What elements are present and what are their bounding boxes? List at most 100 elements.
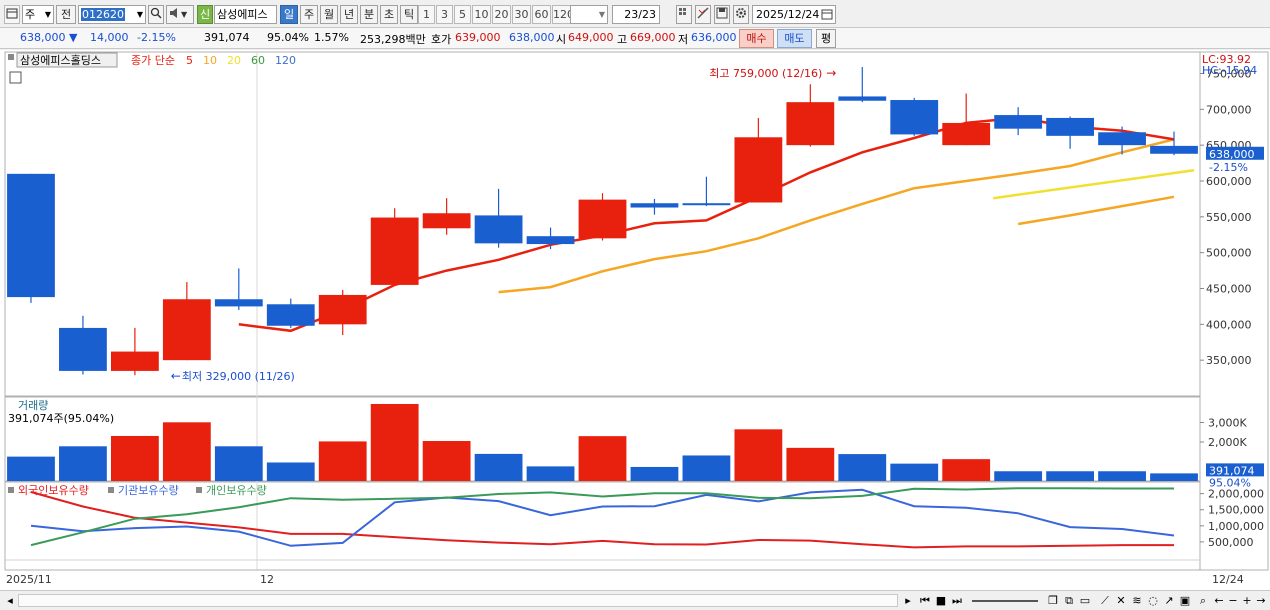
- candle-body[interactable]: [578, 199, 627, 239]
- candle-body[interactable]: [422, 213, 471, 229]
- tab-minute-3[interactable]: 10: [472, 5, 491, 24]
- candle-body[interactable]: [110, 351, 159, 371]
- zoom-in-icon[interactable]: ⌕: [1196, 593, 1210, 608]
- volume-bar[interactable]: [734, 429, 783, 481]
- zoom-slider[interactable]: [972, 600, 1038, 602]
- tab-minute-0[interactable]: 1: [418, 5, 435, 24]
- candle-body[interactable]: [682, 203, 731, 206]
- candle-body[interactable]: [734, 137, 783, 203]
- save-icon[interactable]: [714, 5, 730, 24]
- volume-bar[interactable]: [214, 446, 263, 481]
- volume-bar[interactable]: [1150, 473, 1198, 481]
- trend-line-icon[interactable]: ⟋: [1098, 593, 1112, 608]
- plus-icon[interactable]: +: [1241, 593, 1253, 608]
- search-icon[interactable]: [148, 5, 164, 24]
- ellipse-icon[interactable]: ◌: [1146, 593, 1160, 608]
- copy-icon[interactable]: ❐: [1046, 593, 1060, 608]
- prev-button[interactable]: 전: [56, 5, 76, 24]
- candle-body[interactable]: [526, 236, 575, 245]
- period-dropdown[interactable]: 주 ▼: [22, 5, 54, 24]
- chart-canvas[interactable]: 350,000 400,000 450,000 500,000 550,000 600,0…: [0, 50, 1270, 590]
- candle-body[interactable]: [838, 96, 887, 101]
- candle-body[interactable]: [994, 115, 1043, 129]
- tab-minute-5[interactable]: 30: [512, 5, 531, 24]
- arrow-left-icon[interactable]: ←: [1213, 593, 1225, 608]
- fibonacci-icon[interactable]: ≋: [1130, 593, 1144, 608]
- volume-bar[interactable]: [318, 441, 367, 481]
- evaluate-button[interactable]: 평: [816, 29, 836, 48]
- last-page-icon[interactable]: ⏭: [950, 593, 964, 608]
- volume-bar[interactable]: [370, 403, 419, 481]
- candle-body[interactable]: [1098, 132, 1146, 146]
- volume-bar[interactable]: [422, 441, 471, 481]
- stock-name-field[interactable]: 삼성에피스: [214, 5, 277, 24]
- volume-bar[interactable]: [838, 454, 887, 481]
- candle-body[interactable]: [59, 327, 107, 371]
- tab-period-1[interactable]: 주: [300, 5, 318, 24]
- candle-body[interactable]: [1046, 117, 1095, 136]
- tab-period-5[interactable]: 초: [380, 5, 398, 24]
- shape-icon[interactable]: ▣: [1178, 593, 1192, 608]
- tab-minute-4[interactable]: 20: [492, 5, 511, 24]
- volume-bar[interactable]: [1046, 471, 1095, 481]
- scroll-left-icon[interactable]: ◂: [4, 593, 16, 608]
- unit-dropdown[interactable]: ▼: [570, 5, 608, 24]
- candle-body[interactable]: [630, 203, 679, 208]
- grid-icon[interactable]: [676, 5, 692, 24]
- scrollbar-track[interactable]: [18, 594, 898, 607]
- volume-bar[interactable]: [474, 453, 523, 481]
- candle-body[interactable]: [214, 299, 263, 307]
- arrow-tool-icon[interactable]: ↗: [1162, 593, 1176, 608]
- date-input[interactable]: 2025/12/24: [752, 5, 836, 24]
- first-page-icon[interactable]: ⏮: [918, 593, 932, 608]
- calendar-icon[interactable]: [821, 8, 833, 20]
- window-icon[interactable]: ▭: [1078, 593, 1092, 608]
- sell-button[interactable]: 매도: [777, 29, 812, 48]
- volume-bar[interactable]: [942, 459, 991, 481]
- volume-bar[interactable]: [682, 455, 731, 481]
- candle-body[interactable]: [7, 173, 55, 298]
- tab-minute-2[interactable]: 5: [454, 5, 471, 24]
- layout-icon[interactable]: [4, 5, 20, 24]
- volume-bar[interactable]: [266, 462, 315, 481]
- tab-minute-6[interactable]: 60: [532, 5, 551, 24]
- scroll-right-icon[interactable]: ▸: [902, 593, 914, 608]
- compare-icon[interactable]: ⧉: [1062, 593, 1076, 608]
- chart-area[interactable]: 350,000 400,000 450,000 500,000 550,000 600,0…: [0, 50, 1270, 590]
- tab-period-6[interactable]: 틱: [400, 5, 418, 24]
- volume-bar[interactable]: [59, 446, 107, 481]
- cross-line-icon[interactable]: ✕: [1114, 593, 1128, 608]
- candle-body[interactable]: [266, 304, 315, 326]
- candle-body[interactable]: [1150, 145, 1198, 154]
- volume-bar[interactable]: [162, 422, 211, 481]
- candle-body[interactable]: [890, 100, 939, 135]
- candle-body[interactable]: [942, 122, 991, 146]
- volume-bar[interactable]: [890, 463, 939, 481]
- volume-bar[interactable]: [1098, 471, 1146, 481]
- volume-bar[interactable]: [786, 447, 835, 481]
- volume-bar[interactable]: [7, 456, 55, 481]
- candle-body[interactable]: [318, 294, 367, 325]
- tab-period-2[interactable]: 월: [320, 5, 338, 24]
- gear-icon[interactable]: [733, 5, 749, 24]
- volume-bar[interactable]: [526, 466, 575, 481]
- candle-body[interactable]: [474, 215, 523, 244]
- candle-body[interactable]: [370, 217, 419, 285]
- candle-body[interactable]: [162, 299, 211, 361]
- tab-period-3[interactable]: 년: [340, 5, 358, 24]
- volume-bar[interactable]: [994, 471, 1043, 481]
- draw-tool-icon[interactable]: [695, 5, 711, 24]
- sound-icon[interactable]: ▼: [166, 5, 194, 24]
- arrow-right-icon[interactable]: →: [1255, 593, 1267, 608]
- calculator-icon[interactable]: [9, 71, 22, 84]
- buy-button[interactable]: 매수: [739, 29, 774, 48]
- candle-body[interactable]: [786, 102, 835, 146]
- minus-icon[interactable]: −: [1227, 593, 1239, 608]
- code-input[interactable]: 012620 ▼: [78, 5, 146, 24]
- volume-bar[interactable]: [578, 436, 627, 481]
- volume-bar[interactable]: [110, 435, 159, 481]
- tab-period-4[interactable]: 분: [360, 5, 378, 24]
- tab-minute-1[interactable]: 3: [436, 5, 453, 24]
- stop-icon[interactable]: ■: [934, 593, 948, 608]
- volume-bar[interactable]: [630, 466, 679, 481]
